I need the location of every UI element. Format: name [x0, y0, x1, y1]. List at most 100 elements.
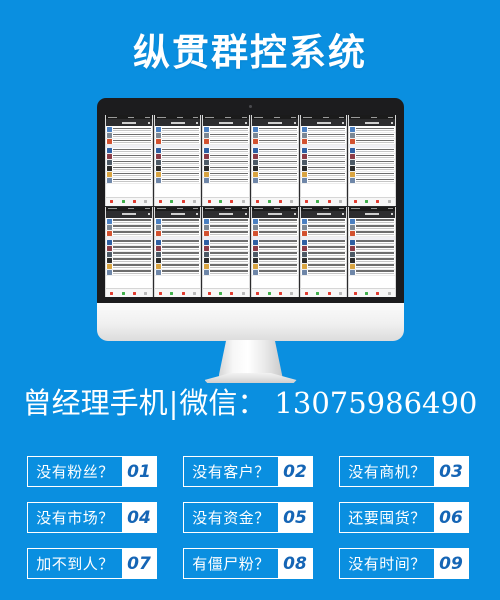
tab-bar-icon[interactable] [376, 291, 380, 295]
tab-bar-icon[interactable] [290, 291, 294, 295]
phone-tab-bar[interactable] [154, 288, 201, 297]
wechat-phone-screen[interactable] [105, 115, 153, 206]
tab-bar-icon[interactable] [327, 291, 331, 295]
tab-bar-icon[interactable] [241, 200, 245, 203]
wechat-phone-screen[interactable] [299, 206, 348, 297]
phone-tab-bar[interactable] [300, 196, 347, 206]
chat-list-item[interactable] [203, 178, 250, 184]
plus-icon[interactable] [147, 213, 150, 215]
chat-list[interactable] [154, 217, 201, 288]
tab-bar-icon[interactable] [290, 200, 294, 203]
chat-list[interactable] [349, 217, 396, 288]
tab-bar-icon[interactable] [170, 291, 174, 295]
chat-list[interactable] [203, 126, 250, 197]
chat-list[interactable] [300, 217, 347, 288]
tab-bar-icon[interactable] [316, 200, 320, 203]
tab-bar-icon[interactable] [353, 291, 357, 295]
chat-list-item[interactable] [106, 178, 152, 184]
pain-point-tag[interactable]: 还要囤货？ 06 [339, 502, 469, 533]
plus-icon[interactable] [147, 121, 150, 124]
plus-icon[interactable] [245, 213, 248, 215]
tab-bar-icon[interactable] [110, 200, 114, 203]
tab-bar-icon[interactable] [121, 291, 125, 295]
pain-point-tag[interactable]: 有僵尸粉？ 08 [183, 548, 313, 579]
pain-point-tag[interactable]: 没有时间？ 09 [339, 548, 469, 579]
tab-bar-icon[interactable] [230, 291, 234, 295]
tab-bar-icon[interactable] [158, 200, 162, 203]
chat-list-item[interactable] [154, 178, 201, 184]
wechat-phone-screen[interactable] [251, 115, 299, 206]
chat-list[interactable] [349, 126, 396, 197]
tab-bar-icon[interactable] [181, 200, 185, 203]
phone-tab-bar[interactable] [106, 196, 152, 206]
phone-tab-bar[interactable] [349, 196, 396, 206]
tab-bar-icon[interactable] [304, 291, 308, 295]
wechat-phone-screen[interactable] [299, 115, 348, 206]
plus-icon[interactable] [245, 121, 248, 124]
tab-bar-icon[interactable] [230, 200, 234, 203]
plus-icon[interactable] [342, 121, 345, 124]
pain-point-tag[interactable]: 没有资金？ 05 [183, 502, 313, 533]
chat-list-item[interactable] [106, 269, 152, 276]
wechat-phone-screen[interactable] [348, 206, 396, 297]
pain-point-tag[interactable]: 加不到人？ 07 [27, 548, 157, 579]
tab-bar-icon[interactable] [144, 200, 148, 203]
tab-bar-icon[interactable] [387, 291, 391, 295]
pain-point-tag[interactable]: 没有粉丝？ 01 [27, 456, 157, 487]
tab-bar-icon[interactable] [181, 291, 185, 295]
tab-bar-icon[interactable] [279, 200, 283, 203]
tab-bar-icon[interactable] [339, 200, 343, 203]
chat-list-item[interactable] [300, 178, 347, 184]
phone-tab-bar[interactable] [252, 288, 298, 297]
tab-bar-icon[interactable] [133, 200, 137, 203]
phone-tab-bar[interactable] [252, 196, 298, 206]
tab-bar-icon[interactable] [256, 291, 260, 295]
chat-list[interactable] [203, 217, 250, 288]
pain-point-tag[interactable]: 没有商机？ 03 [339, 456, 469, 487]
tab-bar-icon[interactable] [193, 291, 197, 295]
tab-bar-icon[interactable] [267, 200, 271, 203]
tab-bar-icon[interactable] [144, 291, 148, 295]
wechat-phone-screen[interactable] [105, 206, 153, 297]
chat-list-item[interactable] [154, 269, 201, 276]
chat-list[interactable] [252, 217, 298, 288]
tab-bar-icon[interactable] [207, 200, 211, 203]
plus-icon[interactable] [342, 213, 345, 215]
tab-bar-icon[interactable] [110, 291, 114, 295]
tab-bar-icon[interactable] [364, 291, 368, 295]
tab-bar-icon[interactable] [267, 291, 271, 295]
tab-bar-icon[interactable] [218, 200, 222, 203]
phone-tab-bar[interactable] [106, 288, 152, 297]
plus-icon[interactable] [293, 121, 296, 124]
monitor-screen[interactable] [105, 115, 396, 297]
tab-bar-icon[interactable] [256, 200, 260, 203]
tab-bar-icon[interactable] [327, 200, 331, 203]
wechat-phone-screen[interactable] [202, 206, 251, 297]
chat-list[interactable] [106, 217, 152, 288]
phone-tab-bar[interactable] [349, 288, 396, 297]
tab-bar-icon[interactable] [170, 200, 174, 203]
wechat-phone-screen[interactable] [202, 115, 251, 206]
tab-bar-icon[interactable] [133, 291, 137, 295]
chat-list-item[interactable] [349, 269, 396, 276]
tab-bar-icon[interactable] [353, 200, 357, 203]
wechat-phone-screen[interactable] [153, 206, 202, 297]
wechat-phone-screen[interactable] [251, 206, 299, 297]
contact-phone-number[interactable]: 13075986490 [266, 386, 477, 420]
plus-icon[interactable] [196, 213, 199, 215]
chat-list-item[interactable] [300, 269, 347, 276]
tab-bar-icon[interactable] [158, 291, 162, 295]
tab-bar-icon[interactable] [218, 291, 222, 295]
wechat-phone-screen[interactable] [348, 115, 396, 206]
phone-tab-bar[interactable] [154, 196, 201, 206]
wechat-phone-screen[interactable] [153, 115, 202, 206]
chat-list-item[interactable] [252, 178, 298, 184]
tab-bar-icon[interactable] [376, 200, 380, 203]
chat-list[interactable] [106, 126, 152, 197]
tab-bar-icon[interactable] [364, 200, 368, 203]
plus-icon[interactable] [196, 121, 199, 124]
pain-point-tag[interactable]: 没有客户？ 02 [183, 456, 313, 487]
chat-list[interactable] [154, 126, 201, 197]
plus-icon[interactable] [293, 213, 296, 215]
tab-bar-icon[interactable] [121, 200, 125, 203]
